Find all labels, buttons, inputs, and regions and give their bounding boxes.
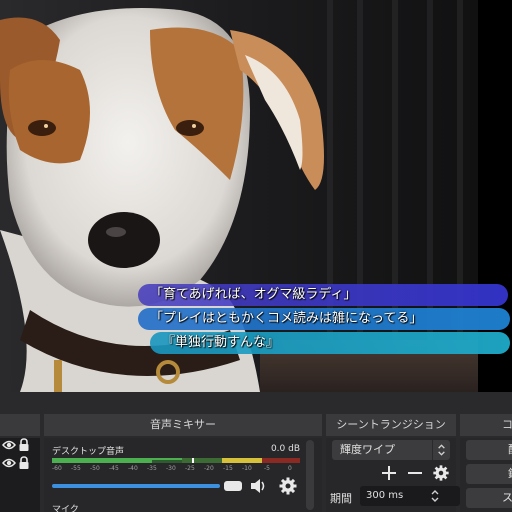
track-db-desktop: 0.0 dB [270,444,300,454]
scale-tick: -25 [185,465,195,472]
scale-tick: -30 [166,465,176,472]
source-row [0,456,40,472]
comment-overlay: 「プレイはともかくコメ読みは雑になってる」 [138,308,510,330]
bottom-dock: 音声ミキサー シーントランジション コ デスクトップ音声 0.0 dB -60 … [0,392,512,512]
duration-label: 期間 [330,492,352,505]
duration-input[interactable]: 300 ms [360,486,460,506]
eye-icon[interactable] [2,440,16,450]
comment-overlay: 『単独行動すんな』 [150,332,510,354]
speaker-icon[interactable] [248,476,268,496]
studio-mode-button[interactable]: スタ [466,488,512,508]
scale-tick: -55 [71,465,81,472]
transition-select-value: 輝度ワイプ [340,443,395,456]
duration-value: 300 ms [366,490,404,501]
comment-overlay: 「育てあげれば、オグマ級ラディ」 [138,284,508,306]
scale-tick: -10 [242,465,252,472]
plus-icon[interactable] [380,464,398,482]
scale-tick: -15 [223,465,233,472]
start-streaming-button[interactable]: 配 [466,440,512,460]
eye-icon[interactable] [2,458,16,468]
sources-header [0,414,40,436]
audio-mixer-header: 音声ミキサー [44,414,322,436]
lock-icon[interactable] [18,438,30,452]
scene-transitions-panel: 輝度ワイプ 期間 300 ms [326,438,460,512]
preview-canvas[interactable]: 「育てあげれば、オグマ級ラディ」 「プレイはともかくコメ読みは雑になってる」 『… [0,0,512,392]
mixer-scrollbar[interactable] [306,440,314,510]
sources-panel [0,438,40,512]
scale-tick: -5 [264,465,270,472]
scale-tick: -35 [147,465,157,472]
scene-transitions-header: シーントランジション [326,414,456,436]
scale-tick: -40 [128,465,138,472]
scale-tick: -45 [109,465,119,472]
scale-tick: -50 [90,465,100,472]
track-name-desktop: デスクトップ音声 [52,447,125,457]
source-row [0,438,40,454]
lock-icon[interactable] [18,456,30,470]
volume-slider[interactable] [52,484,220,488]
controls-panel: 配 録 スタ [460,438,512,512]
chevron-updown-icon [432,440,445,460]
gear-icon[interactable] [278,476,298,496]
start-recording-button[interactable]: 録 [466,464,512,484]
volume-slider-handle[interactable] [224,481,242,491]
scale-tick: -20 [204,465,214,472]
chevron-updown-icon[interactable] [428,486,442,506]
audio-mixer-panel: デスクトップ音声 0.0 dB -60 -55 -50 -45 -40 -35 … [44,438,322,512]
scale-tick: -60 [52,465,62,472]
volume-meter [52,458,300,463]
minus-icon[interactable] [406,464,424,482]
meter-scale: -60 -55 -50 -45 -40 -35 -30 -25 -20 -15 … [52,465,300,473]
track-name-mic: マイク [52,505,79,512]
transition-select[interactable]: 輝度ワイプ [332,440,450,460]
obs-window: 「育てあげれば、オグマ級ラディ」 「プレイはともかくコメ読みは雑になってる」 『… [0,0,512,512]
gear-icon[interactable] [432,464,450,482]
scale-tick: 0 [288,465,292,472]
controls-header: コ [460,414,512,436]
